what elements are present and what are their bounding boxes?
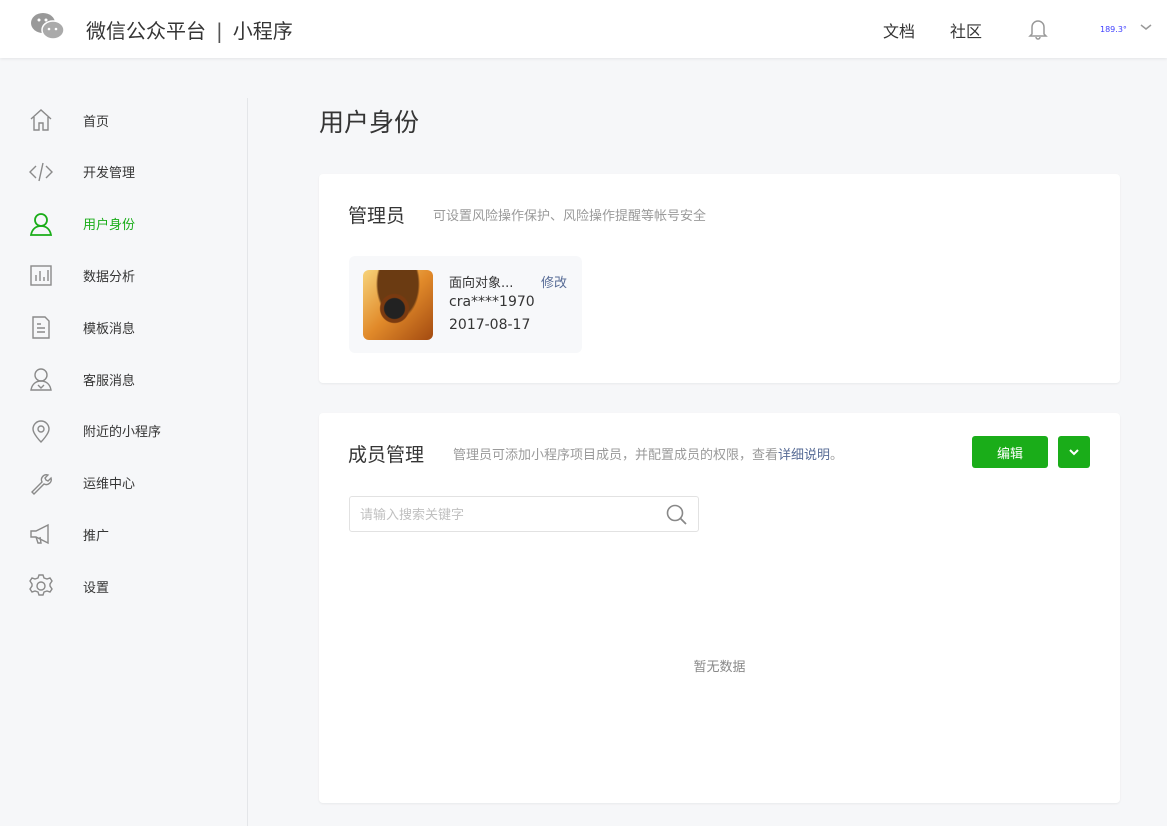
sidebar-item-4[interactable]: 模板消息 (28, 312, 135, 342)
admin-profile: 面向对象... 修改 cra****1970 2017-08-17 (349, 256, 582, 353)
sidebar-item-5[interactable]: 客服消息 (28, 364, 135, 394)
sidebar-item-label: 客服消息 (83, 373, 136, 389)
search-icon[interactable] (666, 504, 688, 526)
edit-button[interactable]: 编辑 (972, 436, 1048, 468)
chart-icon (30, 265, 52, 287)
home-icon (30, 109, 52, 131)
sidebar-item-label: 开发管理 (83, 166, 136, 182)
document-icon (32, 316, 50, 339)
search-input[interactable] (350, 497, 650, 531)
sidebar-item-label: 设置 (83, 580, 110, 596)
chevron-down-icon (1069, 449, 1079, 456)
wrench-icon (31, 473, 52, 495)
sidebar-item-label: 运维中心 (83, 477, 136, 493)
sidebar-divider (247, 98, 248, 826)
sidebar-item-label: 推广 (83, 528, 110, 544)
sidebar-item-1[interactable]: 开发管理 (28, 157, 135, 187)
members-desc: 管理员可添加小程序项目成员，并配置成员的权限，查看详细说明。 (453, 448, 844, 463)
megaphone-icon (30, 524, 49, 545)
wechat-logo-icon (31, 13, 65, 40)
sidebar-item-label: 附近的小程序 (83, 425, 162, 441)
code-icon (29, 162, 53, 181)
user-account[interactable]: 189.3° (1100, 25, 1127, 34)
sidebar-item-3[interactable]: 数据分析 (28, 260, 135, 290)
avatar (363, 270, 433, 340)
admin-title: 管理员 (348, 205, 406, 227)
sidebar-item-2[interactable]: 用户身份 (28, 209, 135, 239)
more-dropdown-button[interactable] (1058, 436, 1090, 468)
top-header: 微信公众平台 | 小程序 文档 社区 189.3° (0, 0, 1167, 58)
location-icon (32, 420, 50, 443)
brand-title[interactable]: 微信公众平台 | 小程序 (86, 15, 293, 44)
sidebar-item-9[interactable]: 设置 (28, 571, 109, 601)
member-search (349, 496, 699, 532)
admin-desc: 可设置风险操作保护、风险操作提醒等帐号安全 (433, 209, 707, 224)
support-icon (30, 368, 52, 391)
bell-icon[interactable] (1028, 18, 1048, 40)
members-title: 成员管理 (348, 444, 425, 466)
gear-icon (29, 574, 53, 596)
page-title: 用户身份 (319, 108, 420, 137)
user-icon (29, 212, 53, 236)
sidebar-item-7[interactable]: 运维中心 (28, 468, 135, 498)
sidebar-item-label: 模板消息 (83, 321, 136, 337)
nav-docs[interactable]: 文档 (883, 18, 915, 42)
admin-name: 面向对象... (449, 276, 514, 291)
admin-card: 管理员 可设置风险操作保护、风险操作提醒等帐号安全 面向对象... 修改 cra… (319, 174, 1120, 383)
details-link[interactable]: 详细说明 (778, 448, 830, 463)
sidebar-item-label: 用户身份 (83, 218, 136, 234)
admin-id: cra****1970 (449, 294, 535, 310)
empty-state: 暂无数据 (693, 660, 746, 675)
edit-admin-link[interactable]: 修改 (541, 272, 567, 291)
sidebar-item-label: 数据分析 (83, 269, 136, 285)
sidebar-item-0[interactable]: 首页 (28, 105, 109, 135)
nav-community[interactable]: 社区 (950, 18, 982, 42)
sidebar-item-6[interactable]: 附近的小程序 (28, 416, 161, 446)
admin-date: 2017-08-17 (449, 317, 531, 333)
sidebar-item-label: 首页 (83, 114, 110, 130)
members-card: 成员管理 管理员可添加小程序项目成员，并配置成员的权限，查看详细说明。 编辑 暂… (319, 413, 1120, 803)
chevron-down-icon[interactable] (1140, 22, 1152, 32)
sidebar-item-8[interactable]: 推广 (28, 519, 109, 549)
